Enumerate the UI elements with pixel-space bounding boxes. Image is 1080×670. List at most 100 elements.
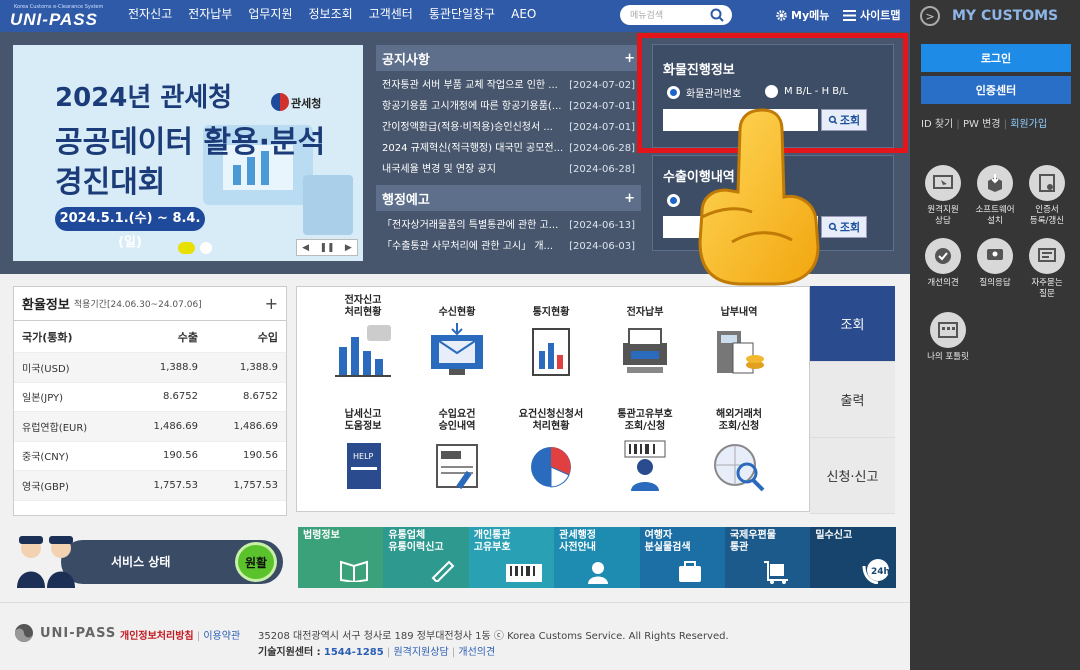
search-icon[interactable] [709,7,725,23]
menu-e-declaration[interactable]: 전자신고 [128,0,172,32]
service-status: 서비스 상태 원활 [13,530,283,590]
menu-single-window[interactable]: 통관단일창구 [429,0,495,32]
service-overseas-partner[interactable]: 해외거래처 조회/신청 [693,407,785,496]
event-banner[interactable]: 관세청 2024년 관세청 공공데이터 활용·분석 경진대회 2024.5.1.… [13,45,363,261]
my-menu-button[interactable]: My메뉴 [775,7,829,23]
user-barcode-icon [624,440,666,491]
faq-button[interactable]: 자주묻는 질문 [1024,238,1070,300]
notice-title: 「전자상거래물품의 특별통관에 관한 고... [382,220,559,231]
service-import-requirements[interactable]: 수입요건 승인내역 [411,407,503,496]
search-placeholder: 메뉴검색 [630,11,664,21]
login-button[interactable]: 로그인 [921,44,1071,72]
slide-indicator[interactable] [200,242,212,254]
notice-title: 내국세율 변경 및 연장 공지 [382,164,496,175]
quick-links: 법령정보 유통업체 유통이력신고 개인통관 고유부호 관세행정 사전안내 여행자… [298,527,896,588]
tile-intl-mail[interactable]: 국제우편물 통관 [724,527,811,588]
feedback-link[interactable]: 개선의견 [458,647,495,658]
tile-advance-notice[interactable]: 관세행정 사전안내 [554,527,640,588]
notice-title: 항공기용품 고시개정에 따른 항공기용품(... [382,101,562,112]
tile-lost-items[interactable]: 여행자 분실물검색 [639,527,725,588]
menu-business-support[interactable]: 업무지원 [248,0,292,32]
uni-pass-logo[interactable]: Korea Customs e-Clearance System UNI-PAS… [6,4,114,29]
remote-monitor-icon [933,175,953,189]
prev-slide-icon[interactable]: ◀ [302,243,309,253]
feedback-button[interactable]: 개선의견 [920,238,966,289]
exchange-rate-more-icon[interactable]: + [265,294,278,313]
service-tax-help[interactable]: 납세신고 도움정보 HELP [317,407,409,496]
certificate-button[interactable]: 인증서 등록/갱신 [1024,165,1070,227]
admin-notice-more-icon[interactable]: + [624,191,635,206]
export-radio[interactable] [667,194,686,207]
service-e-payment[interactable]: 전자납부 [599,293,691,382]
chevron-right-icon[interactable]: > [920,6,940,26]
export-query-button[interactable]: 조회 [821,216,867,238]
menu-customer-center[interactable]: 고객센터 [369,0,413,32]
list-item[interactable]: 2024 규제혁신(적극행정) 대국민 공모전... [2024-06-28] [376,138,641,159]
portlet-icon [938,322,958,338]
notices-more-icon[interactable]: + [624,51,635,66]
menu-search-input[interactable]: 메뉴검색 [620,5,732,25]
cell-export: 1,486.69 [153,420,198,432]
find-id-link[interactable]: ID 찾기 [921,119,953,130]
service-notice-status[interactable]: 통지현황 [505,293,597,382]
cell-export: 1,388.9 [159,361,198,373]
col-export: 수출 [177,330,198,344]
qna-button[interactable]: 질의응답 [972,238,1018,289]
menu-info-query[interactable]: 정보조회 [309,0,353,32]
list-item[interactable]: 전자통관 서버 부품 교체 작업으로 인한 ... [2024-07-02] [376,75,641,96]
pause-icon[interactable]: ❚❚ [319,243,334,253]
next-slide-icon[interactable]: ▶ [345,243,352,253]
remote-support-button[interactable]: 원격지원 상담 [920,165,966,227]
tile-personal-customs-code[interactable]: 개인통관 고유부호 [468,527,555,588]
tech-support-phone[interactable]: 1544-1285 [324,647,384,658]
sitemap-button[interactable]: 사이트맵 [843,7,900,23]
tile-smuggling-report[interactable]: 밀수신고 24h [810,527,896,588]
service-grid: 전자신고 처리현황 수신현황 통지현황 전자납부 납부내역 납세신고 도움정보 … [296,286,810,512]
service-payment-history[interactable]: 납부내역 [693,293,785,382]
table-row: 유럽연합(EUR) 1,486.69 1,486.69 [14,412,286,442]
tab-query[interactable]: 조회 [810,286,895,362]
logo-text: UNI-PASS [10,10,98,29]
remote-support-link[interactable]: 원격지원상담 [393,647,448,658]
change-pw-link[interactable]: PW 변경 [963,119,1001,130]
join-link[interactable]: 회원가입 [1010,119,1047,130]
service-requirement-application[interactable]: 요건신청신청서 처리현황 [505,407,597,496]
tile-legal-info[interactable]: 법령정보 [298,527,384,588]
svg-text:24h: 24h [871,567,890,577]
cell-export: 8.6752 [163,391,198,403]
sidebar-icon-label: 자주묻는 질문 [1031,278,1063,299]
privacy-policy-link[interactable]: 개인정보처리방침 [120,631,194,642]
menu-aeo[interactable]: AEO [511,0,536,32]
faq-icon [1038,248,1056,262]
slide-indicator-active[interactable] [178,242,195,254]
service-label: 전자납부 [626,307,664,318]
list-item[interactable]: 항공기용품 고시개정에 따른 항공기용품(... [2024-07-01] [376,96,641,117]
software-install-button[interactable]: 소프트웨어 설치 [972,165,1018,227]
service-receipt-status[interactable]: 수신현황 [411,293,503,382]
tab-apply[interactable]: 신청·신고 [810,438,895,514]
report-chart-icon [532,328,570,376]
service-customs-code[interactable]: 통관고유부호 조회/신청 [599,407,691,496]
service-declaration-status[interactable]: 전자신고 처리현황 [317,293,409,382]
cell-import: 190.56 [243,450,278,462]
list-item[interactable]: 「수출통관 사무처리에 관한 고시」 개... [2024-06-03] [376,236,641,257]
cert-center-button[interactable]: 인증센터 [921,76,1071,104]
list-item[interactable]: 「전자상거래물품의 특별통관에 관한 고... [2024-06-13] [376,215,641,236]
notice-date: [2024-07-01] [569,101,635,112]
my-portlet-button[interactable]: 나의 포틀릿 [920,312,976,363]
tile-distribution-report[interactable]: 유통업체 유통이력신고 [383,527,469,588]
banner-agency: 관세청 [291,97,322,110]
service-status-badge: 원활 [235,542,277,582]
service-status-label: 서비스 상태 [111,555,171,569]
menu-e-payment[interactable]: 전자납부 [188,0,232,32]
list-item[interactable]: 간이정액환급(적용·비적용)승인신청서 ... [2024-07-01] [376,117,641,138]
hamburger-icon [843,9,856,21]
terms-link[interactable]: 이용약관 [203,631,240,642]
service-label: 통관고유부호 조회/신청 [617,409,673,432]
agent-icon [587,562,608,584]
notices-header: 공지사항 + [376,45,641,71]
parcel-cart-icon [764,561,789,584]
help-book-icon: HELP [347,443,381,489]
tab-print[interactable]: 출력 [810,362,895,438]
list-item[interactable]: 내국세율 변경 및 연장 공지 [2024-06-28] [376,159,641,180]
